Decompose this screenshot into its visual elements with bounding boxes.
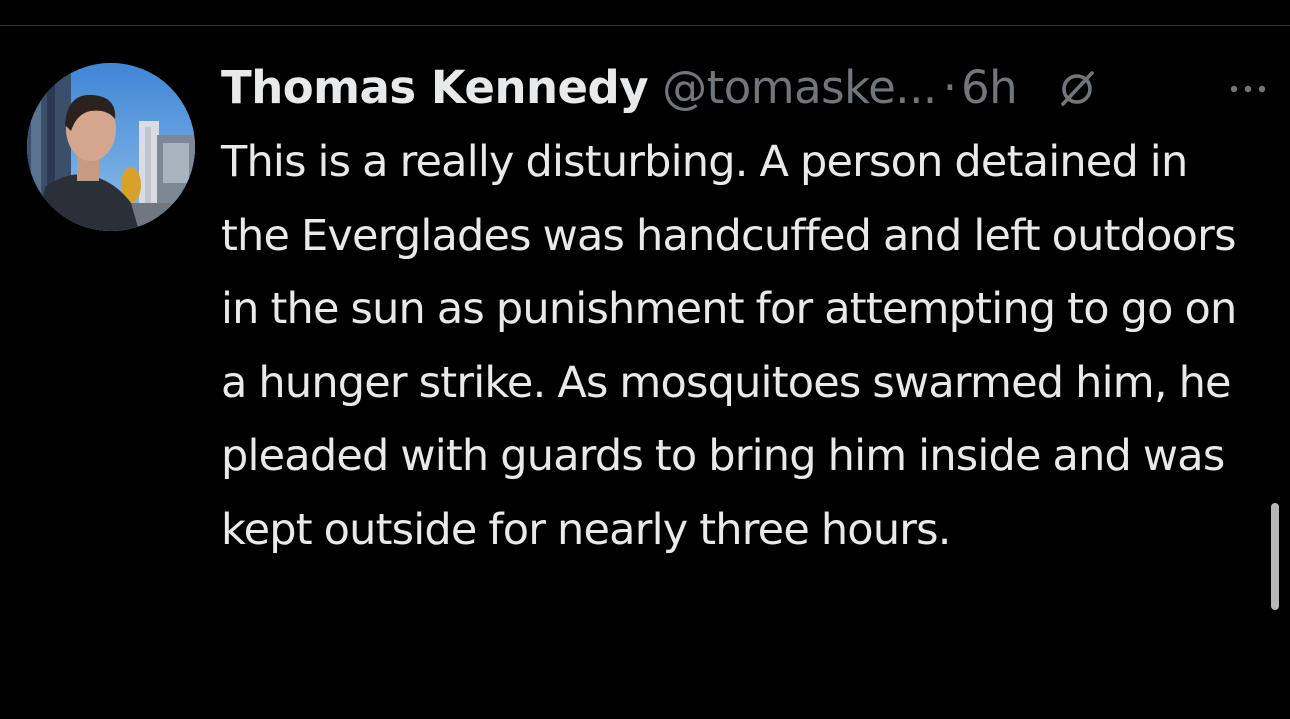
grok-icon[interactable] xyxy=(1055,66,1099,110)
separator-dot: · xyxy=(942,61,957,114)
tweet[interactable]: Thomas Kennedy @tomaske... · 6h This is … xyxy=(221,52,1281,567)
author-handle[interactable]: @tomaske... xyxy=(662,52,937,124)
scrollbar[interactable] xyxy=(1271,503,1279,610)
tweet-text: This is a really disturbing. A person de… xyxy=(221,137,1237,555)
more-options-icon[interactable] xyxy=(1226,74,1270,104)
avatar[interactable] xyxy=(27,63,195,231)
top-divider xyxy=(0,25,1290,26)
avatar-photo xyxy=(27,63,195,231)
author-display-name[interactable]: Thomas Kennedy xyxy=(221,52,649,124)
tweet-timestamp[interactable]: 6h xyxy=(961,52,1018,124)
tweet-header: Thomas Kennedy @tomaske... · 6h xyxy=(221,52,1281,124)
